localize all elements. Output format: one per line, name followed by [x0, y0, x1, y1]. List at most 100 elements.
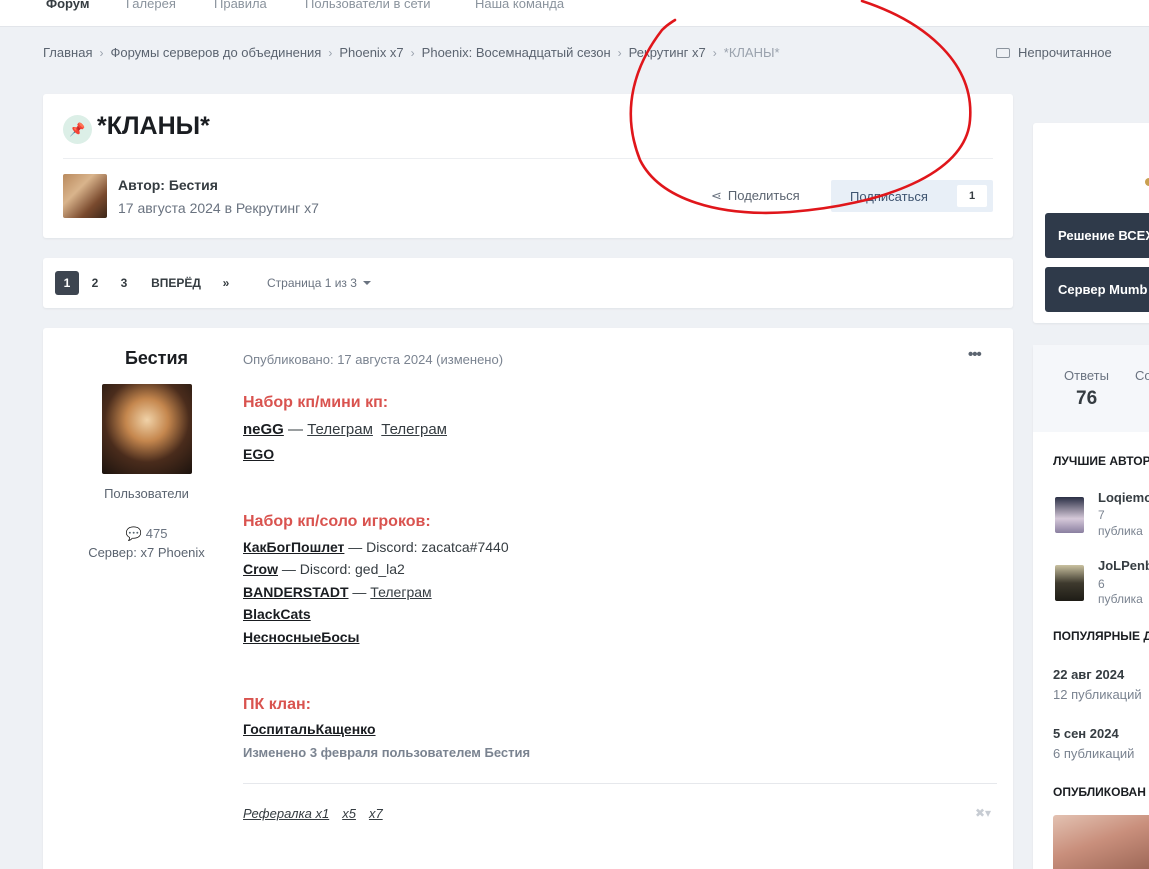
image-thumbnail[interactable] — [1053, 815, 1149, 869]
comment-icon: 💬 — [125, 526, 142, 541]
share-icon: ⋖ — [711, 188, 722, 203]
last-page-button[interactable]: » — [215, 271, 237, 295]
breadcrumb-season[interactable]: Phoenix: Восемнадцатый сезон — [422, 45, 611, 60]
clan-link[interactable]: BlackCats — [243, 606, 311, 622]
nav-forum[interactable]: Форум — [46, 0, 89, 11]
section-heading: Набор кп/соло игроков: — [243, 513, 431, 530]
clan-link[interactable]: НесносныеБосы — [243, 629, 359, 645]
page-jump-dropdown[interactable]: Страница 1 из 3 — [267, 276, 371, 290]
popular-count: 12 публикаций — [1053, 687, 1142, 702]
page-3-button[interactable]: 3 — [113, 271, 135, 295]
topic-header: 📌 *КЛАНЫ* Автор: Бестия 17 августа 2024 … — [43, 94, 1013, 238]
breadcrumb: Главная › Форумы серверов до объединения › P… — [43, 45, 780, 60]
page-info: Страница 1 из 3 — [267, 276, 357, 290]
clan-link[interactable]: BANDERSTADT — [243, 584, 349, 600]
breadcrumb-recruiting[interactable]: Рекрутинг x7 — [629, 45, 706, 60]
close-icon[interactable]: ✖▾ — [975, 806, 991, 820]
signature-link[interactable]: x7 — [369, 806, 383, 821]
list-item: КакБогПошлет — Discord: zacatca#7440 — [243, 539, 509, 555]
telegram-link[interactable]: Телеграм — [307, 421, 373, 438]
chevron-right-icon: › — [617, 46, 622, 60]
follow-label: Подписаться — [850, 189, 928, 204]
post-date: Опубликовано: 17 августа 2024 (изменено) — [243, 352, 504, 367]
sidebar-button[interactable]: Сервер Mumb — [1045, 267, 1149, 312]
breadcrumb-old-forums[interactable]: Форумы серверов до объединения — [110, 45, 321, 60]
avatar[interactable] — [63, 174, 107, 218]
post-count-value: 475 — [145, 526, 168, 541]
signature: Рефералка x1 x5 x7 — [243, 806, 396, 821]
chevron-right-icon: › — [99, 46, 104, 60]
share-label: Поделиться — [727, 188, 800, 203]
next-page-button[interactable]: ВПЕРЁД — [144, 271, 208, 295]
page-title: *КЛАНЫ* — [97, 112, 210, 140]
separator-text: — — [348, 584, 371, 600]
topic-stats-widget: Ответы Со 76 ЛУЧШИЕ АВТОР Loqiemo 7 публ… — [1033, 345, 1149, 869]
list-item: BANDERSTADT — Телеграм — [243, 584, 432, 600]
chevron-right-icon: › — [712, 46, 717, 60]
signature-link[interactable]: x5 — [342, 806, 356, 821]
avatar[interactable] — [1055, 497, 1084, 533]
newspaper-icon — [996, 48, 1010, 58]
stat-label: Со — [1135, 368, 1149, 383]
page-2-button[interactable]: 2 — [84, 271, 106, 295]
list-item: EGO — [243, 446, 274, 462]
telegram-link[interactable]: Телеграм — [381, 421, 447, 438]
decorative-dot — [1145, 178, 1149, 186]
caret-down-icon — [362, 281, 371, 285]
more-options-icon[interactable]: ••• — [968, 346, 982, 363]
nav-gallery[interactable]: Галерея — [126, 0, 176, 11]
unread-link[interactable]: Непрочитанное — [996, 45, 1112, 60]
avatar[interactable] — [1055, 565, 1084, 601]
topic-date: 17 августа 2024 в Рекрутинг x7 — [118, 200, 319, 216]
list-item: neGG — Телеграм Телеграм — [243, 421, 447, 438]
clan-link[interactable]: Crow — [243, 561, 278, 577]
avatar[interactable] — [102, 384, 192, 474]
poster-post-count[interactable]: 💬 475 — [43, 526, 250, 542]
contact-text: — Discord: ged_la2 — [278, 561, 405, 577]
breadcrumb-phoenix[interactable]: Phoenix x7 — [339, 45, 403, 60]
contact-text: — Discord: zacatca#7440 — [344, 539, 509, 555]
stats: Ответы Со 76 — [1033, 345, 1149, 432]
signature-link[interactable]: Рефералка x1 — [243, 806, 329, 821]
section-heading: ОПУБЛИКОВАН — [1053, 785, 1146, 799]
popular-date[interactable]: 22 авг 2024 — [1053, 667, 1124, 682]
sidebar-button[interactable]: Решение ВСЕХ — [1045, 213, 1149, 258]
breadcrumb-home[interactable]: Главная — [43, 45, 92, 60]
author-name[interactable]: JoLPenb — [1098, 558, 1149, 573]
topic-author[interactable]: Автор: Бестия — [118, 177, 218, 193]
popular-date[interactable]: 5 сен 2024 — [1053, 726, 1119, 741]
page-1-button[interactable]: 1 — [55, 271, 79, 295]
list-item: НесносныеБосы — [243, 629, 359, 645]
clan-link[interactable]: neGG — [243, 421, 284, 438]
post: Бестия Пользователи 💬 475 Сервер: x7 Phoe… — [43, 328, 1013, 869]
clan-link[interactable]: EGO — [243, 446, 274, 462]
sidebar-widget: Решение ВСЕХ Сервер Mumb — [1033, 123, 1149, 323]
list-item: ГоспитальКащенко — [243, 721, 376, 737]
edited-note: Изменено 3 февраля пользователем Бестия — [243, 745, 531, 760]
divider — [243, 783, 997, 784]
section-heading: Набор кп/мини кп: — [243, 394, 389, 411]
nav-our-team[interactable]: Наша команда — [475, 0, 564, 11]
list-item: Crow — Discord: ged_la2 — [243, 561, 405, 577]
section-heading: ПК клан: — [243, 696, 311, 713]
author-count: 7 — [1098, 508, 1105, 522]
clan-link[interactable]: КакБогПошлет — [243, 539, 344, 555]
unread-label: Непрочитанное — [1018, 45, 1112, 60]
poster-name[interactable]: Бестия — [43, 348, 270, 369]
share-button[interactable]: ⋖ Поделиться — [711, 188, 800, 204]
clan-link[interactable]: ГоспитальКащенко — [243, 721, 376, 737]
follow-button[interactable]: Подписаться 1 — [831, 180, 993, 212]
poster-group: Пользователи — [104, 486, 189, 501]
author-count: 6 — [1098, 577, 1105, 591]
follow-count: 1 — [957, 185, 987, 207]
poster-server: Сервер: x7 Phoenix — [88, 545, 205, 560]
list-item: BlackCats — [243, 606, 311, 622]
author-unit: публика — [1098, 524, 1143, 538]
telegram-link[interactable]: Телеграм — [370, 584, 431, 600]
separator-text: — — [283, 421, 308, 438]
stat-value: 76 — [1076, 388, 1098, 409]
author-name[interactable]: Loqiemo — [1098, 490, 1149, 505]
nav-online-users[interactable]: Пользователи в сети — [305, 0, 431, 11]
nav-rules[interactable]: Правила — [214, 0, 267, 11]
pagination: 1 2 3 ВПЕРЁД » Страница 1 из 3 — [43, 258, 1013, 308]
